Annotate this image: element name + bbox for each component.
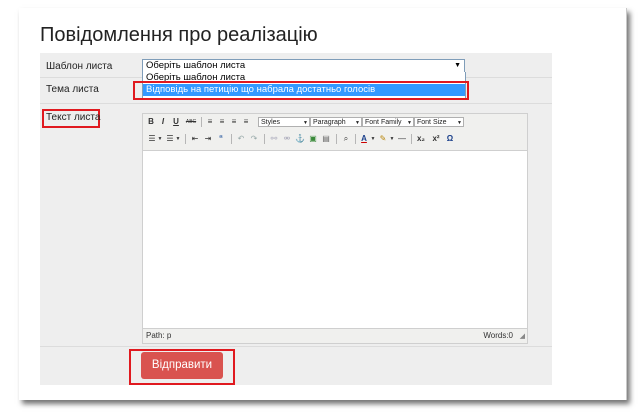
align-center-icon[interactable]: ≡: [217, 117, 227, 127]
body-label: Текст листа: [46, 112, 101, 123]
styles-select-label: Styles: [261, 119, 281, 126]
toolbar-separator: [264, 134, 265, 144]
align-left-icon[interactable]: ≡: [205, 117, 215, 127]
annotation-box-option: [133, 81, 469, 100]
template-label: Шаблон листа: [46, 61, 113, 72]
redo-icon[interactable]: ↷: [249, 134, 259, 144]
subject-label: Тема листа: [46, 84, 99, 95]
chevron-down-icon: ▼: [355, 120, 360, 126]
indent-icon[interactable]: ⇥: [203, 134, 213, 144]
undo-icon[interactable]: ↶: [236, 134, 246, 144]
blockquote-icon[interactable]: “: [216, 134, 226, 144]
horizontal-rule-icon[interactable]: —: [397, 134, 407, 144]
align-right-icon[interactable]: ≡: [229, 117, 239, 127]
page-title: Повідомлення про реалізацію: [40, 24, 318, 46]
numbered-list-icon[interactable]: ☰: [165, 134, 175, 144]
anchor-icon[interactable]: ⚓: [295, 134, 305, 144]
divider: [40, 103, 552, 104]
bold-button[interactable]: B: [147, 117, 155, 127]
font-family-select[interactable]: Font Family ▼: [362, 117, 414, 127]
image-icon[interactable]: ▣: [308, 134, 318, 144]
strikethrough-button[interactable]: ABC: [184, 117, 198, 127]
editor-statusbar: Path: p Words:0 ◢: [143, 328, 527, 343]
toolbar-separator: [231, 134, 232, 144]
subscript-button[interactable]: x₂: [415, 134, 427, 144]
outdent-icon[interactable]: ⇤: [190, 134, 200, 144]
font-size-select-label: Font Size: [417, 119, 447, 126]
text-color-icon[interactable]: A: [359, 134, 369, 144]
chevron-down-icon[interactable]: ▼: [389, 134, 395, 144]
chevron-down-icon[interactable]: ▼: [175, 134, 181, 144]
editor-toolbar: B I U ABC ≡ ≡ ≡ ≡ Styles ▼ Paragraph ▼ Fon…: [143, 114, 527, 151]
chevron-down-icon: ▼: [457, 120, 462, 126]
highlight-color-icon[interactable]: ✎: [378, 134, 388, 144]
chevron-down-icon[interactable]: ▼: [370, 134, 376, 144]
divider: [40, 346, 552, 347]
word-count: Words:0: [483, 331, 513, 340]
code-icon[interactable]: ⌕: [341, 134, 351, 144]
template-select-value: Оберіть шаблон листа: [146, 60, 246, 71]
unlink-icon[interactable]: ⚮: [282, 134, 292, 144]
styles-select[interactable]: Styles ▼: [258, 117, 310, 127]
resize-handle-icon[interactable]: ◢: [520, 332, 525, 340]
superscript-button[interactable]: x²: [430, 134, 442, 144]
rich-text-editor[interactable]: B I U ABC ≡ ≡ ≡ ≡ Styles ▼ Paragraph ▼ Fon…: [142, 113, 528, 344]
chevron-down-icon[interactable]: ▼: [157, 134, 163, 144]
italic-button[interactable]: I: [159, 117, 167, 127]
font-size-select[interactable]: Font Size ▼: [414, 117, 464, 127]
special-char-button[interactable]: Ω: [445, 134, 455, 144]
font-family-select-label: Font Family: [365, 119, 402, 126]
link-icon[interactable]: ⚯: [269, 134, 279, 144]
element-path: Path: p: [146, 331, 172, 340]
toolbar-separator: [201, 117, 202, 127]
bullet-list-icon[interactable]: ☰: [147, 134, 157, 144]
underline-button[interactable]: U: [172, 117, 180, 127]
toolbar-separator: [336, 134, 337, 144]
paragraph-select-label: Paragraph: [313, 119, 346, 126]
toolbar-separator: [185, 134, 186, 144]
chevron-down-icon: ▼: [454, 62, 461, 69]
cleanup-icon[interactable]: ▤: [321, 134, 331, 144]
submit-button[interactable]: Відправити: [141, 352, 223, 379]
message-form: Шаблон листа Тема листа Текст листа B I …: [40, 53, 552, 385]
align-justify-icon[interactable]: ≡: [241, 117, 251, 127]
toolbar-separator: [411, 134, 412, 144]
chevron-down-icon: ▼: [407, 120, 412, 126]
template-select[interactable]: Оберіть шаблон листа ▼: [142, 59, 465, 73]
chevron-down-icon: ▼: [303, 120, 308, 126]
toolbar-separator: [355, 134, 356, 144]
paragraph-select[interactable]: Paragraph ▼: [310, 117, 362, 127]
